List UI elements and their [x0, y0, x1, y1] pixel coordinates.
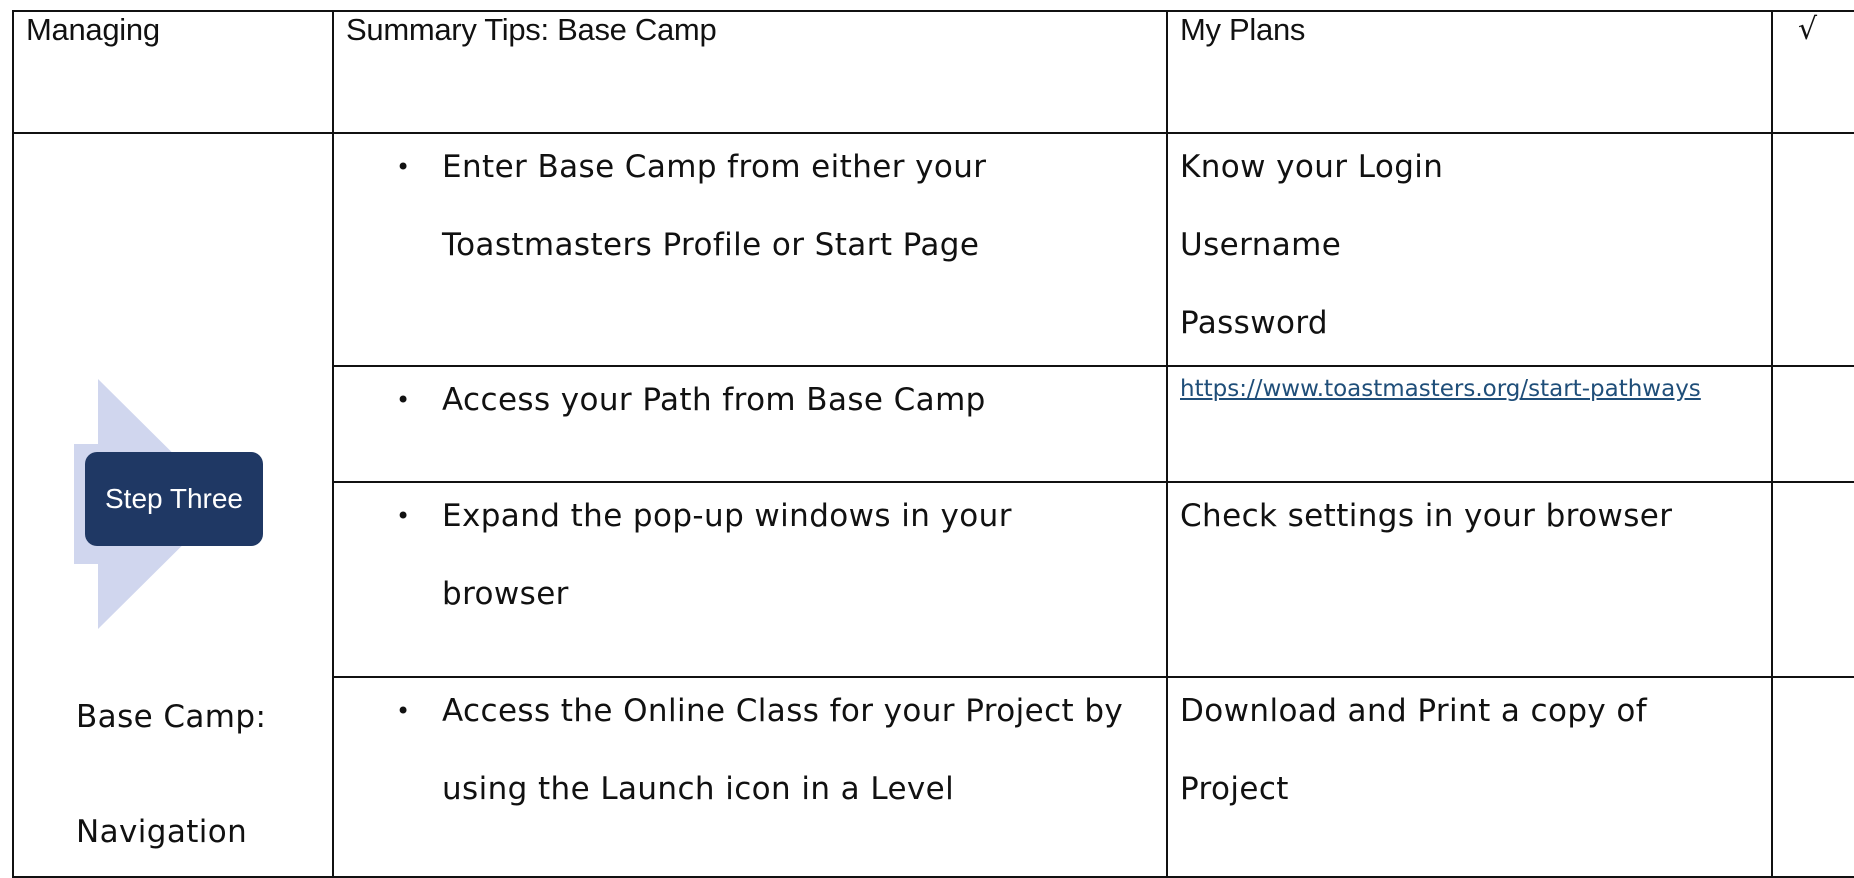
step-label: Step Three	[104, 483, 244, 514]
tip-item: • Access the Online Class for your Proje…	[334, 672, 1166, 828]
header-summary-tips: Summary Tips: Base Camp	[332, 10, 1168, 134]
table-row: Step Three Base Camp: Navigation • Enter…	[12, 132, 1854, 878]
check-cell[interactable]	[1771, 365, 1854, 483]
check-cell[interactable]	[1771, 481, 1854, 678]
base-camp-label: Base Camp:	[76, 699, 267, 735]
bullet-icon: •	[396, 502, 411, 530]
header-row: Managing Summary Tips: Base Camp My Plan…	[12, 10, 1854, 134]
start-pathways-link[interactable]: https://www.toastmasters.org/start-pathw…	[1168, 367, 1771, 411]
base-camp-table: Managing Summary Tips: Base Camp My Plan…	[12, 10, 1854, 878]
managing-cell: Step Three Base Camp: Navigation	[12, 132, 334, 878]
bullet-icon: •	[396, 697, 411, 725]
header-my-plans: My Plans	[1166, 10, 1773, 134]
tip-cell: • Access your Path from Base Camp	[332, 365, 1168, 483]
plan-cell: Download and Print a copy of Project	[1166, 676, 1773, 878]
tip-item: • Expand the pop-up windows in your brow…	[334, 477, 1166, 633]
step-three-box: Step Three	[85, 452, 263, 546]
bullet-icon: •	[396, 153, 411, 181]
plan-cell: Know your Login Username Password	[1166, 132, 1773, 367]
check-cell[interactable]	[1771, 676, 1854, 878]
check-cell[interactable]	[1771, 132, 1854, 367]
tip-cell: • Expand the pop-up windows in your brow…	[332, 481, 1168, 678]
plan-cell: Check settings in your browser	[1166, 481, 1773, 678]
tip-cell: • Access the Online Class for your Proje…	[332, 676, 1168, 878]
tip-cell: • Enter Base Camp from either your Toast…	[332, 132, 1168, 367]
tip-item: • Access your Path from Base Camp	[334, 361, 1166, 439]
plan-cell: https://www.toastmasters.org/start-pathw…	[1166, 365, 1773, 483]
tip-item: • Enter Base Camp from either your Toast…	[334, 128, 1166, 284]
navigation-label: Navigation	[76, 814, 248, 850]
bullet-icon: •	[396, 386, 411, 414]
plan-item: Know your Login Username Password	[1180, 149, 1444, 341]
header-check: √	[1771, 10, 1854, 134]
header-managing: Managing	[12, 10, 334, 134]
plan-item: Download and Print a copy of Project	[1180, 693, 1648, 807]
plan-item: Check settings in your browser	[1180, 498, 1673, 534]
check-mark-icon: √	[1798, 12, 1818, 47]
